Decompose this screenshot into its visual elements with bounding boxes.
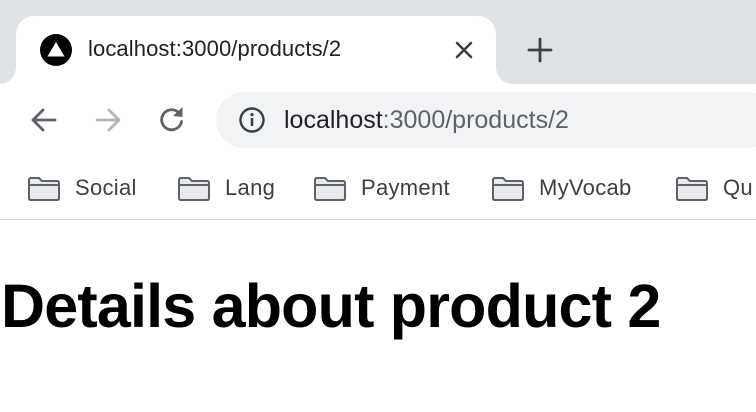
bookmark-label: MyVocab: [539, 175, 632, 200]
address-bar[interactable]: localhost:3000/products/2: [216, 92, 756, 148]
folder-icon: [676, 177, 708, 201]
close-tab-icon[interactable]: [450, 36, 478, 64]
page-content: Details about product 2: [0, 221, 756, 412]
browser-toolbar: localhost:3000/products/2: [0, 84, 756, 156]
tab-title: localhost:3000/products/2: [88, 36, 342, 61]
bookmark-label: Lang: [225, 175, 276, 200]
tab-strip: localhost:3000/products/2: [0, 0, 756, 84]
bookmark-label: Payment: [361, 175, 450, 200]
info-icon[interactable]: [238, 106, 266, 134]
reload-icon[interactable]: [152, 100, 192, 140]
new-tab-icon[interactable]: [524, 34, 556, 66]
bookmark-label: Social: [75, 175, 137, 200]
active-tab[interactable]: localhost:3000/products/2: [0, 16, 512, 84]
arrow-left-icon[interactable]: [24, 100, 64, 140]
page-title: Details about product 2: [1, 272, 661, 340]
bookmark-label: Qu: [723, 175, 753, 200]
url-path: :3000/products/2: [382, 106, 569, 134]
bookmarks-bar: Social Lang Payment MyVocab Qu: [0, 156, 756, 220]
triangle-logo-icon: [40, 34, 72, 66]
url-host: localhost: [284, 106, 383, 134]
folder-icon: [314, 177, 346, 201]
arrow-right-icon[interactable]: [88, 100, 128, 140]
folder-icon: [492, 177, 524, 201]
folder-icon: [178, 177, 210, 201]
folder-icon: [28, 177, 60, 201]
url-text[interactable]: localhost:3000/products/2: [284, 106, 569, 135]
